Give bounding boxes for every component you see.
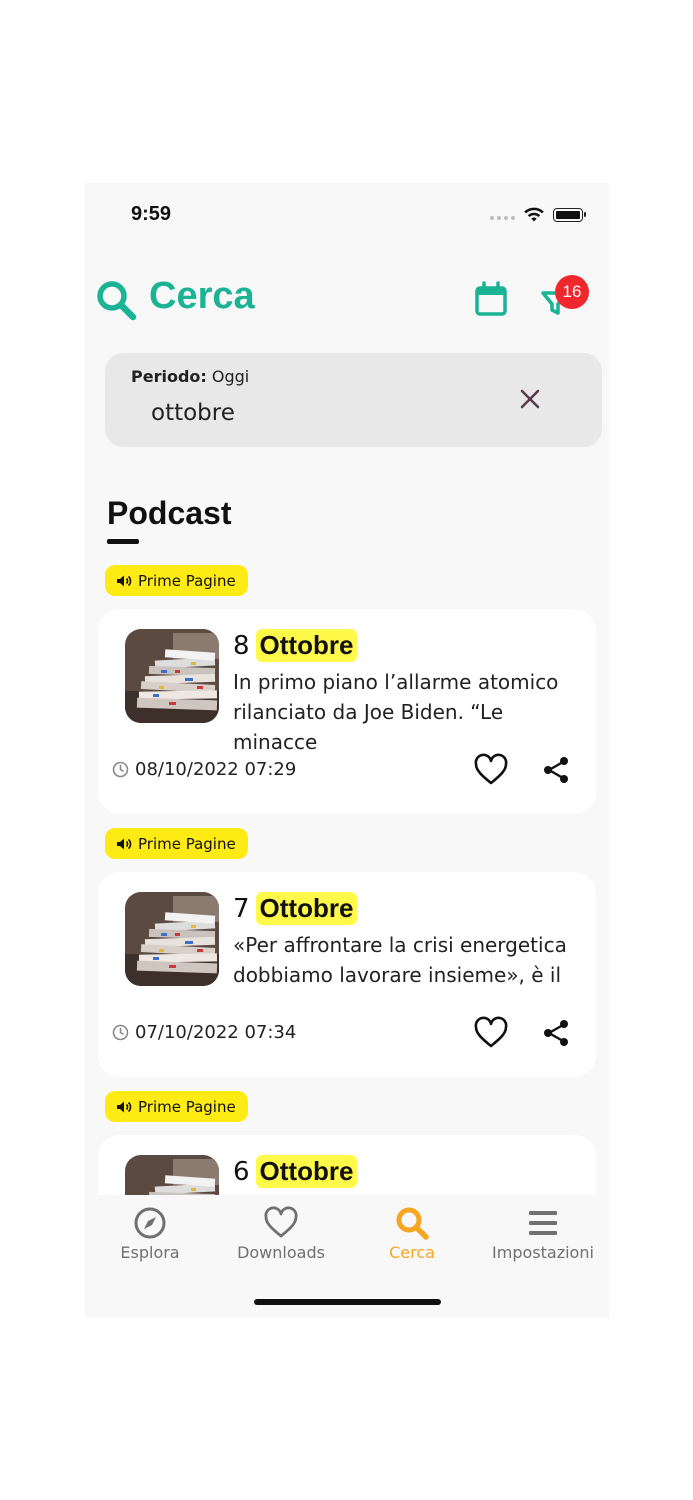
category-tag[interactable]: Prime Pagine	[105, 565, 248, 596]
wifi-icon	[524, 207, 544, 222]
filter-count-badge: 16	[555, 275, 589, 309]
bottom-navigation: Esplora Downloads Cerca Impostazioni	[85, 1195, 609, 1318]
search-field[interactable]: Periodo: Oggi ottobre	[105, 353, 602, 447]
card-date-text: 07/10/2022 07:34	[135, 1022, 297, 1043]
speaker-icon	[117, 838, 132, 849]
category-tag[interactable]: Prime Pagine	[105, 828, 248, 859]
podcast-card[interactable]: 8 Ottobre In primo piano l’allarme atomi…	[98, 609, 596, 814]
card-day: 6	[233, 1156, 250, 1187]
share-icon[interactable]	[541, 1018, 571, 1048]
nav-item-impostazioni[interactable]: Impostazioni	[478, 1205, 608, 1262]
speaker-icon	[117, 575, 132, 586]
podcast-thumbnail	[125, 892, 219, 986]
period-value: Oggi	[211, 367, 250, 386]
section-underline	[107, 539, 139, 544]
heart-icon[interactable]	[473, 753, 509, 787]
clock-icon	[112, 1024, 129, 1041]
compass-icon	[134, 1207, 166, 1239]
card-month-highlight: Ottobre	[255, 1155, 358, 1188]
page-title: Cerca	[149, 275, 255, 317]
heart-icon	[264, 1206, 298, 1238]
card-date: 08/10/2022 07:29	[112, 759, 296, 780]
category-tag-label: Prime Pagine	[138, 571, 236, 590]
period-label: Periodo:	[131, 367, 207, 386]
status-time: 9:59	[131, 203, 172, 225]
podcast-card[interactable]: 7 Ottobre «Per affrontare la crisi energ…	[98, 872, 596, 1077]
card-excerpt: «Per affrontare la crisi energetica dobb…	[233, 933, 567, 987]
battery-icon	[553, 208, 586, 222]
speaker-icon	[117, 1101, 132, 1112]
status-icons	[490, 207, 586, 223]
phone-screen: 9:59 Cerca 16 Periodo: Oggi ottobre Podc…	[85, 183, 609, 1318]
nav-label: Impostazioni	[492, 1243, 594, 1262]
search-icon	[396, 1207, 429, 1240]
nav-label: Downloads	[237, 1243, 325, 1262]
heart-icon[interactable]	[473, 1016, 509, 1050]
share-icon[interactable]	[541, 755, 571, 785]
period-filter: Periodo: Oggi	[131, 367, 249, 386]
category-tag-label: Prime Pagine	[138, 834, 236, 853]
category-tag-label: Prime Pagine	[138, 1097, 236, 1116]
close-icon[interactable]	[518, 387, 542, 411]
nav-item-cerca[interactable]: Cerca	[347, 1205, 477, 1262]
card-title: 8 Ottobre	[233, 629, 358, 662]
home-indicator	[254, 1299, 441, 1305]
clock-icon	[112, 761, 129, 778]
card-title: 7 Ottobre	[233, 892, 358, 925]
card-date-text: 08/10/2022 07:29	[135, 759, 297, 780]
calendar-icon[interactable]	[473, 281, 509, 317]
nav-item-downloads[interactable]: Downloads	[216, 1205, 346, 1262]
nav-label: Esplora	[120, 1243, 180, 1262]
card-date: 07/10/2022 07:34	[112, 1022, 296, 1043]
search-icon	[97, 281, 137, 321]
menu-icon	[529, 1211, 557, 1235]
podcast-thumbnail	[125, 629, 219, 723]
signal-icon	[490, 210, 515, 220]
card-month-highlight: Ottobre	[255, 629, 358, 662]
category-tag[interactable]: Prime Pagine	[105, 1091, 248, 1122]
nav-item-esplora[interactable]: Esplora	[85, 1205, 215, 1262]
nav-label: Cerca	[389, 1243, 435, 1262]
card-month-highlight: Ottobre	[255, 892, 358, 925]
search-input[interactable]: ottobre	[151, 400, 235, 426]
section-title: Podcast	[107, 495, 232, 531]
card-day: 7	[233, 893, 250, 924]
card-excerpt: In primo piano l’allarme atomico rilanci…	[233, 670, 559, 754]
card-day: 8	[233, 630, 250, 661]
card-title: 6 Ottobre	[233, 1155, 358, 1188]
